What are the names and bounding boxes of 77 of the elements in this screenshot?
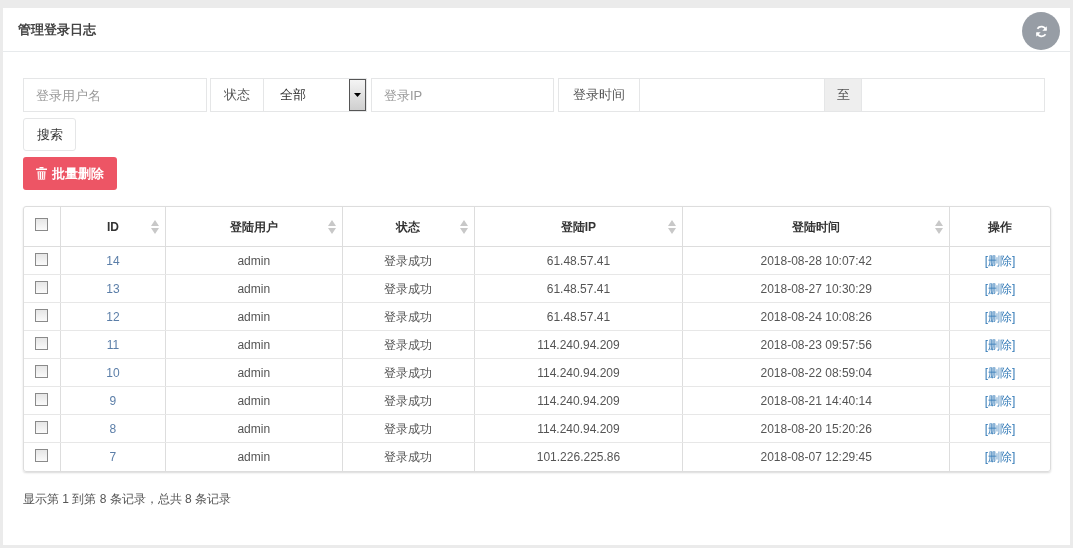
table-cell-text: admin bbox=[237, 420, 271, 438]
table-cell-text: 61.48.57.41 bbox=[546, 280, 611, 298]
table-cell-text: admin bbox=[237, 280, 271, 298]
table-cell-text: 2018-08-07 12:29:45 bbox=[760, 449, 872, 466]
column-header[interactable]: 状态 bbox=[342, 207, 475, 246]
sort-icon bbox=[459, 220, 468, 234]
table-cell-text: 2018-08-21 14:40:14 bbox=[760, 392, 872, 410]
checkbox[interactable] bbox=[35, 253, 49, 266]
checkbox[interactable] bbox=[35, 393, 49, 406]
refresh-icon bbox=[1034, 24, 1048, 38]
checkbox[interactable] bbox=[35, 421, 49, 434]
table-cell-text: admin bbox=[237, 364, 271, 382]
table-cell-text: 101.226.225.86 bbox=[536, 449, 621, 466]
table-cell-text: 2018-08-27 10:30:29 bbox=[760, 280, 872, 298]
table-cell-text: 7 bbox=[109, 449, 117, 466]
table-cell-text: admin bbox=[237, 336, 271, 354]
table-cell-text: admin bbox=[237, 252, 271, 270]
delete-link[interactable]: [删除] bbox=[984, 363, 1016, 382]
table-cell-text: 登录成功 bbox=[384, 280, 433, 298]
delete-link[interactable]: [删除] bbox=[984, 335, 1016, 354]
table-cell-text: 2018-08-20 15:20:26 bbox=[760, 420, 872, 438]
column-header[interactable]: 登陆时间 bbox=[683, 207, 951, 246]
checkbox[interactable] bbox=[35, 281, 49, 294]
table-cell-text: 61.48.57.41 bbox=[546, 308, 611, 326]
table-cell-text: 14 bbox=[106, 252, 120, 270]
table-cell-text: 登录成功 bbox=[384, 308, 433, 326]
ip-field[interactable]: 登录IP bbox=[371, 78, 554, 112]
table-cell-text: 11 bbox=[106, 336, 120, 354]
table-cell-text: 13 bbox=[106, 280, 120, 298]
table-cell-text: 114.240.94.209 bbox=[537, 336, 620, 354]
delete-link[interactable]: [删除] bbox=[984, 251, 1016, 270]
table-cell-text: 登录成功 bbox=[384, 364, 433, 382]
table-cell-text: 登录成功 bbox=[384, 392, 433, 410]
table-cell-text: 8 bbox=[109, 420, 117, 438]
table-cell-text: 12 bbox=[106, 308, 120, 326]
table-cell-text: 10 bbox=[106, 364, 120, 382]
pagination-info: 显示第 1 到第 8 条记录，总共 8 条记录 bbox=[23, 491, 233, 508]
delete-link[interactable]: [删除] bbox=[984, 448, 1016, 466]
table-cell-text: 9 bbox=[109, 392, 117, 410]
panel-title: 管理登录日志 bbox=[18, 20, 96, 39]
delete-link[interactable]: [删除] bbox=[984, 391, 1016, 410]
sort-icon bbox=[668, 220, 677, 234]
table-cell-text: 2018-08-28 10:07:42 bbox=[760, 252, 872, 270]
table-cell-text: 登录成功 bbox=[384, 420, 433, 438]
table-cell-text: 登录成功 bbox=[384, 252, 433, 270]
table-cell-text: 登录成功 bbox=[384, 336, 433, 354]
sort-icon bbox=[327, 220, 336, 234]
column-header: 操作 bbox=[987, 218, 1014, 236]
table-cell-text: 114.240.94.209 bbox=[537, 420, 620, 438]
checkbox[interactable] bbox=[35, 449, 49, 462]
column-header[interactable]: ID bbox=[60, 207, 166, 246]
sort-icon bbox=[935, 220, 944, 234]
batch-delete-button[interactable]: 批量删除 bbox=[23, 157, 117, 190]
table-cell-text: 114.240.94.209 bbox=[537, 392, 620, 410]
username-field[interactable]: 登录用户名 bbox=[23, 78, 207, 112]
trash-icon bbox=[36, 167, 47, 180]
checkbox[interactable] bbox=[35, 365, 49, 378]
search-button[interactable]: 搜索 bbox=[23, 118, 76, 151]
column-header[interactable]: 登陆用户 bbox=[165, 207, 343, 246]
table-cell-text: 2018-08-24 10:08:26 bbox=[760, 308, 872, 326]
table-cell-text: admin bbox=[237, 449, 271, 466]
checkbox[interactable] bbox=[35, 337, 49, 350]
table-cell-text: 114.240.94.209 bbox=[537, 364, 620, 382]
table-cell-text: 2018-08-23 09:57:56 bbox=[760, 336, 872, 354]
delete-link[interactable]: [删除] bbox=[984, 419, 1016, 438]
column-header[interactable]: 登陆IP bbox=[474, 207, 684, 246]
table-cell-text: 61.48.57.41 bbox=[546, 252, 611, 270]
table-cell-text: 登录成功 bbox=[384, 449, 433, 466]
refresh-button[interactable] bbox=[1022, 12, 1060, 50]
delete-link[interactable]: [删除] bbox=[984, 307, 1016, 326]
checkbox[interactable] bbox=[35, 309, 49, 322]
table-cell-text: admin bbox=[237, 392, 271, 410]
delete-link[interactable]: [删除] bbox=[984, 279, 1016, 298]
checkbox[interactable] bbox=[35, 218, 49, 231]
table-cell-text: 2018-08-22 08:59:04 bbox=[760, 364, 872, 382]
table-cell-text: admin bbox=[237, 308, 271, 326]
sort-icon bbox=[150, 220, 159, 234]
